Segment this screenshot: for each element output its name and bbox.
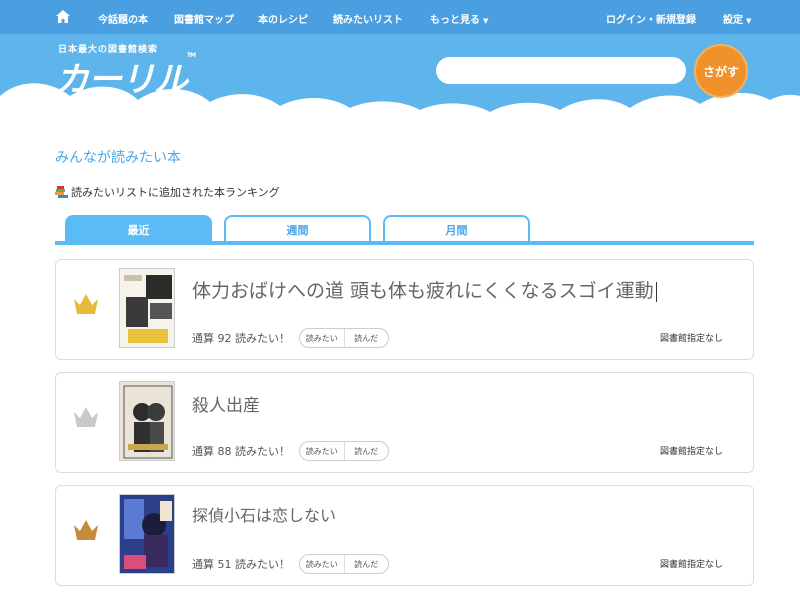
- nav-more[interactable]: もっと見る ▼: [430, 11, 488, 26]
- nav-login[interactable]: ログイン・新規登録: [606, 11, 696, 26]
- top-nav: 今話題の本 図書館マップ 本のレシピ 読みたいリスト もっと見る ▼ ログイン・新…: [0, 0, 800, 34]
- want-count: 通算 51 読みたい！: [192, 558, 290, 571]
- search-button[interactable]: さがす: [694, 44, 748, 98]
- book-title[interactable]: 殺人出産: [192, 391, 260, 416]
- nav-trending[interactable]: 今話題の本: [98, 11, 148, 26]
- gold-crown-icon: [74, 294, 98, 314]
- book-cover[interactable]: [119, 381, 175, 461]
- chevron-down-icon: ▼: [746, 17, 752, 25]
- silver-crown-icon: [74, 407, 98, 427]
- book-cover[interactable]: [119, 494, 175, 574]
- want-button[interactable]: 読みたい: [300, 442, 345, 460]
- tab-recent[interactable]: 最近: [65, 215, 212, 243]
- library-status[interactable]: 図書館指定なし: [660, 557, 723, 570]
- book-cover-image: [120, 495, 174, 573]
- book-title: 体力おばけへの道 頭も体も疲れにくくなるスゴイ運動: [192, 280, 654, 302]
- nav-settings[interactable]: 設定 ▼: [723, 11, 751, 26]
- bronze-crown-icon: [74, 520, 98, 540]
- nav-book-recipe[interactable]: 本のレシピ: [258, 11, 308, 26]
- book-title[interactable]: 探偵小石は恋しない: [192, 502, 336, 526]
- want-button[interactable]: 読みたい: [300, 329, 345, 347]
- read-button[interactable]: 読んだ: [345, 555, 389, 573]
- nav-more-label: もっと見る: [430, 15, 480, 26]
- ranking-card-1: 体力おばけへの道 頭も体も疲れにくくなるスゴイ運動 通算 92 読みたい！ 読み…: [55, 259, 754, 360]
- book-cover-image: [120, 382, 174, 460]
- chevron-down-icon: ▼: [483, 17, 489, 25]
- want-count: 通算 92 読みたい！: [192, 332, 290, 345]
- ranking-card-3: 探偵小石は恋しない 通算 51 読みたい！ 読みたい 読んだ 図書館指定なし: [55, 485, 754, 586]
- nav-reading-list[interactable]: 読みたいリスト: [333, 11, 403, 26]
- logo[interactable]: カーリルTM: [55, 52, 196, 101]
- want-button[interactable]: 読みたい: [300, 555, 345, 573]
- nav-library-map[interactable]: 図書館マップ: [174, 11, 234, 26]
- reading-toggle: 読みたい 読んだ: [299, 441, 389, 461]
- tab-underline: [55, 241, 754, 245]
- books-icon: [55, 186, 68, 198]
- library-status[interactable]: 図書館指定なし: [660, 444, 723, 457]
- read-button[interactable]: 読んだ: [345, 442, 389, 460]
- text-cursor: [655, 281, 657, 302]
- logo-text: カーリル: [55, 60, 188, 100]
- section-heading: 読みたいリストに追加された本ランキング: [55, 184, 280, 200]
- section-heading-label: 読みたいリストに追加された本ランキング: [71, 186, 280, 199]
- tab-weekly[interactable]: 週間: [224, 215, 371, 243]
- home-icon[interactable]: [56, 10, 70, 23]
- library-status[interactable]: 図書館指定なし: [660, 331, 723, 344]
- page-title: みんなが読みたい本: [55, 150, 181, 166]
- search-input[interactable]: [436, 57, 686, 84]
- header-banner: 日本最大の図書館検索 カーリルTM: [0, 34, 800, 130]
- reading-toggle: 読みたい 読んだ: [299, 328, 389, 348]
- tab-monthly[interactable]: 月間: [383, 215, 530, 243]
- book-cover[interactable]: [119, 268, 175, 348]
- read-button[interactable]: 読んだ: [345, 329, 389, 347]
- reading-toggle: 読みたい 読んだ: [299, 554, 389, 574]
- ranking-card-2: 殺人出産 通算 88 読みたい！ 読みたい 読んだ 図書館指定なし: [55, 372, 754, 473]
- nav-settings-label: 設定: [723, 15, 743, 26]
- book-cover-image: [120, 269, 174, 347]
- want-count: 通算 88 読みたい！: [192, 445, 290, 458]
- trademark-mark: TM: [187, 52, 196, 59]
- book-title-link[interactable]: 体力おばけへの道 頭も体も疲れにくくなるスゴイ運動: [192, 276, 657, 303]
